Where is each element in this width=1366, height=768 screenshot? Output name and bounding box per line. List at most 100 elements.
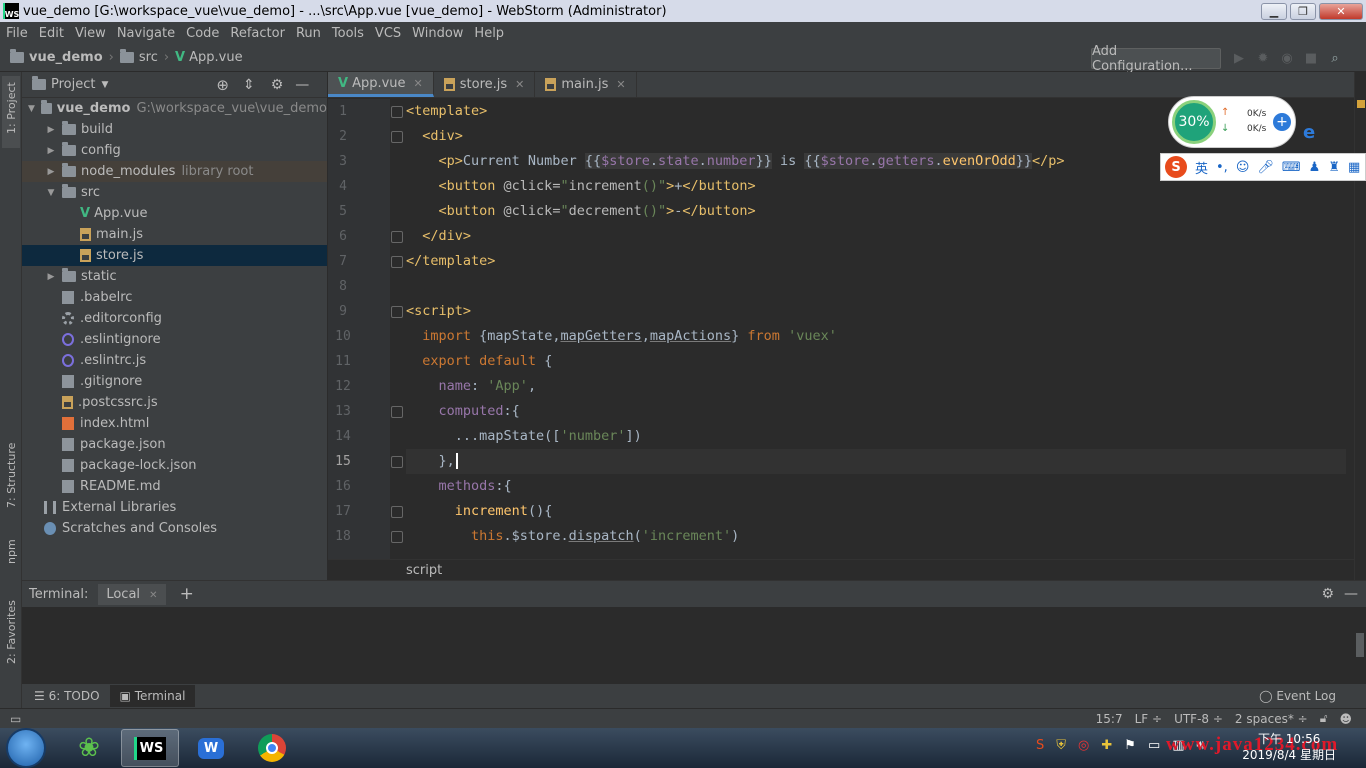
search-everywhere-icon[interactable]: ⌕ <box>1328 51 1342 66</box>
menu-help[interactable]: Help <box>468 26 509 41</box>
terminal-scrollbar[interactable] <box>1356 633 1364 657</box>
menu-code[interactable]: Code <box>180 26 224 41</box>
favorites-tool-label[interactable]: 2: Favorites <box>5 600 18 664</box>
close-tab-icon[interactable]: ✕ <box>515 78 524 91</box>
antivirus-icon[interactable]: ◎ <box>1078 738 1089 753</box>
stop-icon[interactable]: ■ <box>1304 51 1318 66</box>
warning-marker-icon[interactable] <box>1357 100 1365 108</box>
run-icon[interactable]: ▶ <box>1232 51 1246 66</box>
tree-item[interactable]: .eslintrc.js <box>22 350 327 371</box>
editor-breadcrumb[interactable]: script <box>328 559 1354 580</box>
line-separator[interactable]: LF ÷ <box>1135 712 1162 726</box>
tree-item[interactable]: Scratches and Consoles <box>22 518 327 539</box>
project-tool-label[interactable]: 1: Project <box>5 82 18 134</box>
terminal-tab-local[interactable]: Local ✕ <box>98 583 166 605</box>
fold-marker-icon[interactable] <box>391 106 403 118</box>
inspector-icon[interactable]: ☻ <box>1339 712 1352 726</box>
menu-refactor[interactable]: Refactor <box>224 26 290 41</box>
update-icon[interactable]: ✚ <box>1101 738 1112 753</box>
network-monitor-widget[interactable]: 30% ↑ ↓ 0K/s 0K/s + <box>1168 96 1296 148</box>
locate-icon[interactable]: ⊕ <box>216 76 229 94</box>
sogou-tray-icon[interactable]: S <box>1036 738 1044 753</box>
close-tab-icon[interactable]: ✕ <box>149 590 157 601</box>
taskbar-chrome-icon[interactable] <box>243 729 301 767</box>
grid-icon[interactable]: ▦ <box>1348 160 1360 175</box>
tree-item[interactable]: ▼ vue_demo G:\workspace_vue\vue_demo <box>22 98 327 119</box>
taskbar-webstorm-icon[interactable]: WS <box>121 729 179 767</box>
tree-item[interactable]: ▶ config <box>22 140 327 161</box>
display-icon[interactable]: ▭ <box>1148 738 1160 753</box>
tree-item[interactable]: index.html <box>22 413 327 434</box>
fold-marker-icon[interactable] <box>391 256 403 268</box>
chevron-right-icon[interactable]: ▶ <box>44 146 58 156</box>
emoji-icon[interactable]: ☺ <box>1236 160 1250 175</box>
fold-marker-icon[interactable] <box>391 456 403 468</box>
menu-window[interactable]: Window <box>406 26 468 41</box>
tab-app-vue[interactable]: V App.vue ✕ <box>328 72 434 97</box>
fold-marker-icon[interactable] <box>391 531 403 543</box>
chevron-right-icon[interactable]: ▶ <box>44 167 58 177</box>
tree-item[interactable]: V App.vue <box>22 203 327 224</box>
menu-edit[interactable]: Edit <box>33 26 69 41</box>
punctuation-icon[interactable]: •, <box>1216 160 1228 175</box>
tree-item[interactable]: store.js <box>22 245 327 266</box>
chevron-right-icon[interactable]: ▶ <box>44 125 58 135</box>
coverage-icon[interactable]: ◉ <box>1280 51 1294 66</box>
fold-marker-icon[interactable] <box>391 306 403 318</box>
breadcrumb-file[interactable]: App.vue <box>189 50 242 65</box>
collapse-all-icon[interactable]: ⇕ <box>243 77 255 93</box>
fold-marker-icon[interactable] <box>391 131 403 143</box>
chevron-right-icon[interactable]: ▶ <box>44 272 58 282</box>
tree-item[interactable]: .editorconfig <box>22 308 327 329</box>
breadcrumb-project[interactable]: vue_demo <box>29 50 103 65</box>
tree-item[interactable]: .babelrc <box>22 287 327 308</box>
lock-icon[interactable]: 🔓︎ <box>1320 711 1328 726</box>
tree-item[interactable]: package.json <box>22 434 327 455</box>
add-configuration-button[interactable]: Add Configuration... <box>1091 44 1221 74</box>
npm-tool-label[interactable]: npm <box>5 539 18 564</box>
tree-item[interactable]: main.js <box>22 224 327 245</box>
tab-main-js[interactable]: main.js ✕ <box>535 72 637 97</box>
new-terminal-button[interactable]: + <box>180 584 194 604</box>
tree-item[interactable]: ▶ build <box>22 119 327 140</box>
skin-icon[interactable]: ♜ <box>1328 160 1340 175</box>
menu-view[interactable]: View <box>69 26 111 41</box>
event-log-tab[interactable]: ◯ Event Log <box>1259 689 1336 703</box>
menu-vcs[interactable]: VCS <box>369 26 406 41</box>
tool-windows-icon[interactable]: ▭ <box>10 712 21 726</box>
taskbar-wps-icon[interactable]: W <box>182 729 240 767</box>
fold-marker-icon[interactable] <box>391 231 403 243</box>
close-button[interactable]: ✕ <box>1319 2 1363 20</box>
chevron-down-icon[interactable]: ▼ <box>26 104 37 114</box>
clock[interactable]: 下午 10:56 2019/8/4 星期日 <box>1242 731 1336 763</box>
gear-icon[interactable]: ⚙ <box>1321 586 1334 602</box>
debug-icon[interactable]: ✹ <box>1256 51 1270 66</box>
user-icon[interactable]: ♟ <box>1309 160 1321 175</box>
menu-tools[interactable]: Tools <box>326 26 369 41</box>
minimize-button[interactable]: ▁ <box>1261 2 1287 20</box>
taskbar-360-icon[interactable]: ❀ <box>60 729 118 767</box>
tree-item[interactable]: ▶ node_modules library root <box>22 161 327 182</box>
ime-toolbar[interactable]: S 英 •, ☺ 🎤︎ ⌨ ♟ ♜ ▦ <box>1160 153 1366 181</box>
indent-setting[interactable]: 2 spaces* ÷ <box>1235 712 1308 726</box>
plus-icon[interactable]: + <box>1273 113 1291 131</box>
structure-tool-label[interactable]: 7: Structure <box>5 443 18 508</box>
shield-icon[interactable]: ⛨ <box>1056 738 1066 753</box>
menu-file[interactable]: File <box>0 26 33 41</box>
file-encoding[interactable]: UTF-8 ÷ <box>1174 712 1223 726</box>
fold-marker-icon[interactable] <box>391 406 403 418</box>
microphone-icon[interactable]: 🎤︎ <box>1257 160 1274 175</box>
ime-lang[interactable]: 英 <box>1195 158 1208 177</box>
menu-navigate[interactable]: Navigate <box>111 26 180 41</box>
chevron-down-icon[interactable]: ▼ <box>44 188 58 198</box>
browser-e-icon[interactable]: e <box>1303 122 1323 143</box>
action-center-icon[interactable]: ⚑ <box>1124 738 1136 753</box>
fold-marker-icon[interactable] <box>391 506 403 518</box>
hide-icon[interactable]: — <box>1344 586 1358 602</box>
close-tab-icon[interactable]: ✕ <box>616 78 625 91</box>
keyboard-icon[interactable]: ⌨ <box>1282 160 1301 175</box>
terminal-output[interactable] <box>22 607 1366 685</box>
gear-icon[interactable]: ⚙ <box>271 77 284 93</box>
chevron-down-icon[interactable]: ▼ <box>101 80 108 90</box>
tree-item[interactable]: .postcssrc.js <box>22 392 327 413</box>
